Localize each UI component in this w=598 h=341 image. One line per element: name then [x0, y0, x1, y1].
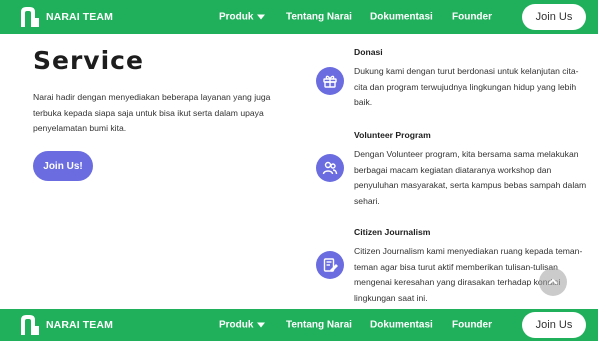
gift-icon — [316, 67, 344, 95]
top-navbar: NARAI TEAM Produk Tentang Narai Dokument… — [0, 0, 598, 34]
service-title: Volunteer Program — [354, 130, 431, 140]
brand[interactable]: NARAI TEAM — [20, 309, 113, 341]
service-title: Citizen Journalism — [354, 227, 431, 237]
join-us-button[interactable]: Join Us — [522, 4, 586, 30]
narai-logo-icon — [21, 315, 39, 335]
service-description: Narai hadir dengan menyediakan beberapa … — [33, 92, 271, 133]
edit-note-icon — [316, 251, 344, 279]
nav-link-label: Produk — [219, 319, 254, 331]
nav-link-dokumentasi[interactable]: Dokumentasi — [370, 12, 433, 23]
chevron-up-icon — [548, 278, 558, 285]
caret-down-icon — [257, 322, 266, 328]
bottom-navbar: NARAI TEAM Produk Tentang Narai Dokument… — [0, 309, 598, 341]
nav-link-founder[interactable]: Founder — [452, 12, 492, 23]
nav-link-founder[interactable]: Founder — [452, 320, 492, 331]
page-title: Service — [33, 46, 144, 75]
nav-link-dokumentasi[interactable]: Dokumentasi — [370, 320, 433, 331]
join-us-cta-button[interactable]: Join Us! — [33, 151, 93, 181]
brand-name: NARAI TEAM — [46, 11, 113, 23]
nav-link-label: Produk — [219, 11, 254, 23]
nav-link-produk[interactable]: Produk — [219, 11, 266, 23]
brand-name: NARAI TEAM — [46, 319, 113, 331]
caret-down-icon — [257, 14, 266, 20]
nav-link-tentang-narai[interactable]: Tentang Narai — [286, 320, 352, 331]
brand[interactable]: NARAI TEAM — [20, 0, 113, 34]
service-text: Dukung kami dengan turut berdonasi untuk… — [354, 66, 579, 107]
people-icon — [316, 154, 344, 182]
scroll-to-top-button[interactable] — [539, 268, 567, 296]
service-title: Donasi — [354, 47, 383, 57]
nav-link-produk[interactable]: Produk — [219, 319, 266, 331]
narai-logo-icon — [21, 7, 39, 27]
join-us-button[interactable]: Join Us — [522, 312, 586, 338]
nav-link-tentang-narai[interactable]: Tentang Narai — [286, 12, 352, 23]
service-text: Dengan Volunteer program, kita bersama s… — [354, 149, 587, 206]
